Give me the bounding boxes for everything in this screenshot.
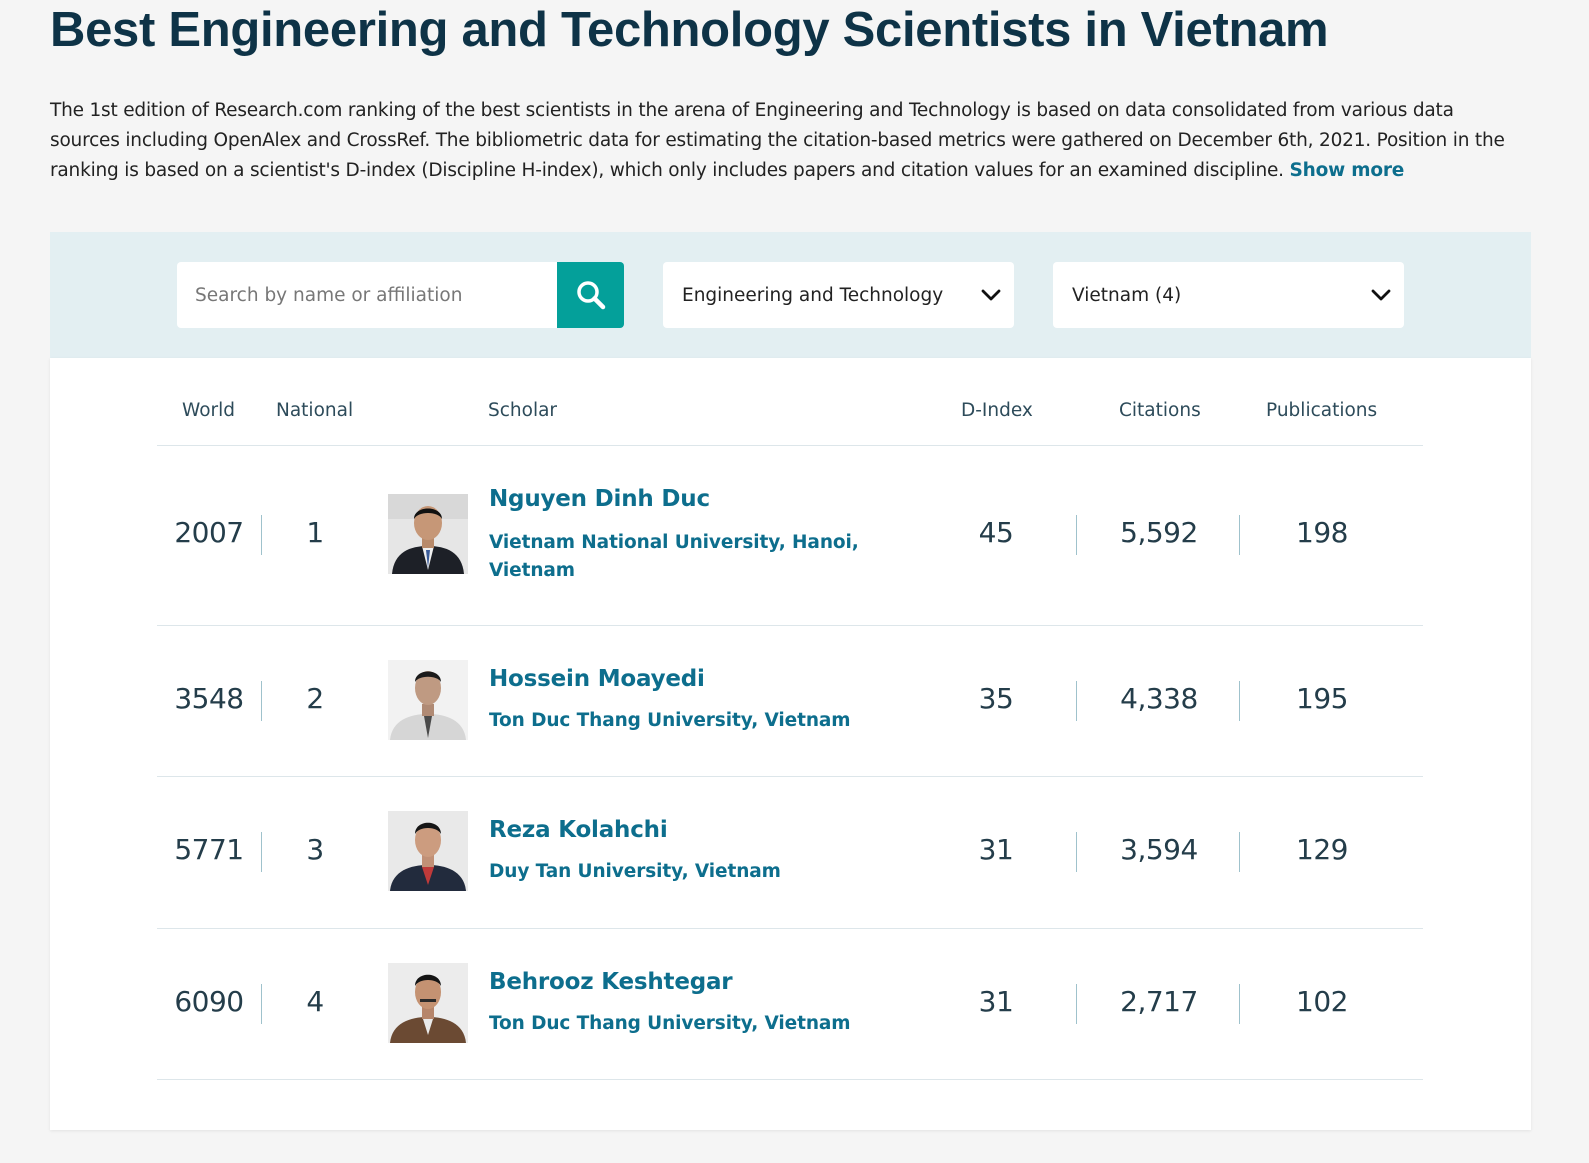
search-button[interactable] xyxy=(557,262,624,328)
search-input[interactable] xyxy=(195,262,557,328)
world-rank: 3548 xyxy=(174,682,244,715)
table-row: 5771 3 Reza Kolahchi Duy Tan University,… xyxy=(157,777,1423,929)
intro-text: The 1st edition of Research.com ranking … xyxy=(50,100,1505,181)
header-world: World xyxy=(182,400,236,421)
publications-value: 195 xyxy=(1296,682,1348,715)
scholar-name[interactable]: Nguyen Dinh Duc xyxy=(489,486,710,512)
chevron-down-icon xyxy=(981,289,1001,301)
column-divider xyxy=(1239,832,1240,872)
scholar-affiliation[interactable]: Vietnam National University, Hanoi, Viet… xyxy=(489,529,889,585)
scholar-name[interactable]: Reza Kolahchi xyxy=(489,817,668,843)
country-select-value: Vietnam (4) xyxy=(1072,284,1182,306)
column-divider xyxy=(1239,515,1240,555)
world-rank: 6090 xyxy=(174,985,244,1018)
d-index-value: 35 xyxy=(978,682,1014,715)
discipline-select-value: Engineering and Technology xyxy=(682,284,944,306)
citations-value: 2,717 xyxy=(1120,985,1198,1018)
country-select[interactable]: Vietnam (4) xyxy=(1053,262,1404,328)
header-publications: Publications xyxy=(1266,400,1378,421)
header-citations: Citations xyxy=(1119,400,1201,421)
chevron-down-icon xyxy=(1371,289,1391,301)
show-more-link[interactable]: Show more xyxy=(1290,160,1405,181)
column-divider xyxy=(1239,681,1240,721)
search-box xyxy=(177,262,557,328)
avatar[interactable] xyxy=(388,811,468,891)
table-row: 3548 2 Hossein Moayedi Ton Duc Thang Uni… xyxy=(157,626,1423,777)
scholar-affiliation[interactable]: Ton Duc Thang University, Vietnam xyxy=(489,707,889,735)
discipline-select[interactable]: Engineering and Technology xyxy=(663,262,1014,328)
table-header: World National Scholar D-Index Citations… xyxy=(157,358,1423,446)
column-divider xyxy=(1076,515,1077,555)
d-index-value: 31 xyxy=(978,833,1014,866)
header-national: National xyxy=(276,400,354,421)
search-icon xyxy=(576,281,605,310)
table-row: 2007 1 Nguyen Dinh Duc Vietnam National … xyxy=(157,446,1423,626)
avatar[interactable] xyxy=(388,494,468,574)
column-divider xyxy=(1076,984,1077,1024)
citations-value: 5,592 xyxy=(1120,516,1198,549)
avatar[interactable] xyxy=(388,963,468,1043)
d-index-value: 45 xyxy=(978,516,1014,549)
d-index-value: 31 xyxy=(978,985,1014,1018)
column-divider xyxy=(1076,832,1077,872)
national-rank: 2 xyxy=(306,682,324,715)
scholar-name[interactable]: Hossein Moayedi xyxy=(489,666,705,692)
world-rank: 5771 xyxy=(174,833,244,866)
scholar-affiliation[interactable]: Duy Tan University, Vietnam xyxy=(489,858,889,886)
intro-paragraph: The 1st edition of Research.com ranking … xyxy=(50,96,1525,186)
avatar[interactable] xyxy=(388,660,468,740)
publications-value: 102 xyxy=(1296,985,1348,1018)
column-divider xyxy=(1076,681,1077,721)
national-rank: 3 xyxy=(306,833,324,866)
page-title: Best Engineering and Technology Scientis… xyxy=(50,3,1329,57)
scholar-name[interactable]: Behrooz Keshtegar xyxy=(489,969,733,995)
filter-bar: Engineering and Technology Vietnam (4) xyxy=(50,232,1531,358)
table-row: 6090 4 Behrooz Keshtegar Ton Duc Thang U… xyxy=(157,929,1423,1080)
rankings-table: World National Scholar D-Index Citations… xyxy=(50,358,1531,1130)
column-divider xyxy=(1239,984,1240,1024)
publications-value: 198 xyxy=(1296,516,1348,549)
citations-value: 4,338 xyxy=(1120,682,1198,715)
header-dindex: D-Index xyxy=(961,400,1033,421)
national-rank: 4 xyxy=(306,985,324,1018)
citations-value: 3,594 xyxy=(1120,833,1198,866)
header-scholar: Scholar xyxy=(488,400,558,421)
world-rank: 2007 xyxy=(174,516,244,549)
scholar-affiliation[interactable]: Ton Duc Thang University, Vietnam xyxy=(489,1010,889,1038)
national-rank: 1 xyxy=(306,516,324,549)
publications-value: 129 xyxy=(1296,833,1348,866)
